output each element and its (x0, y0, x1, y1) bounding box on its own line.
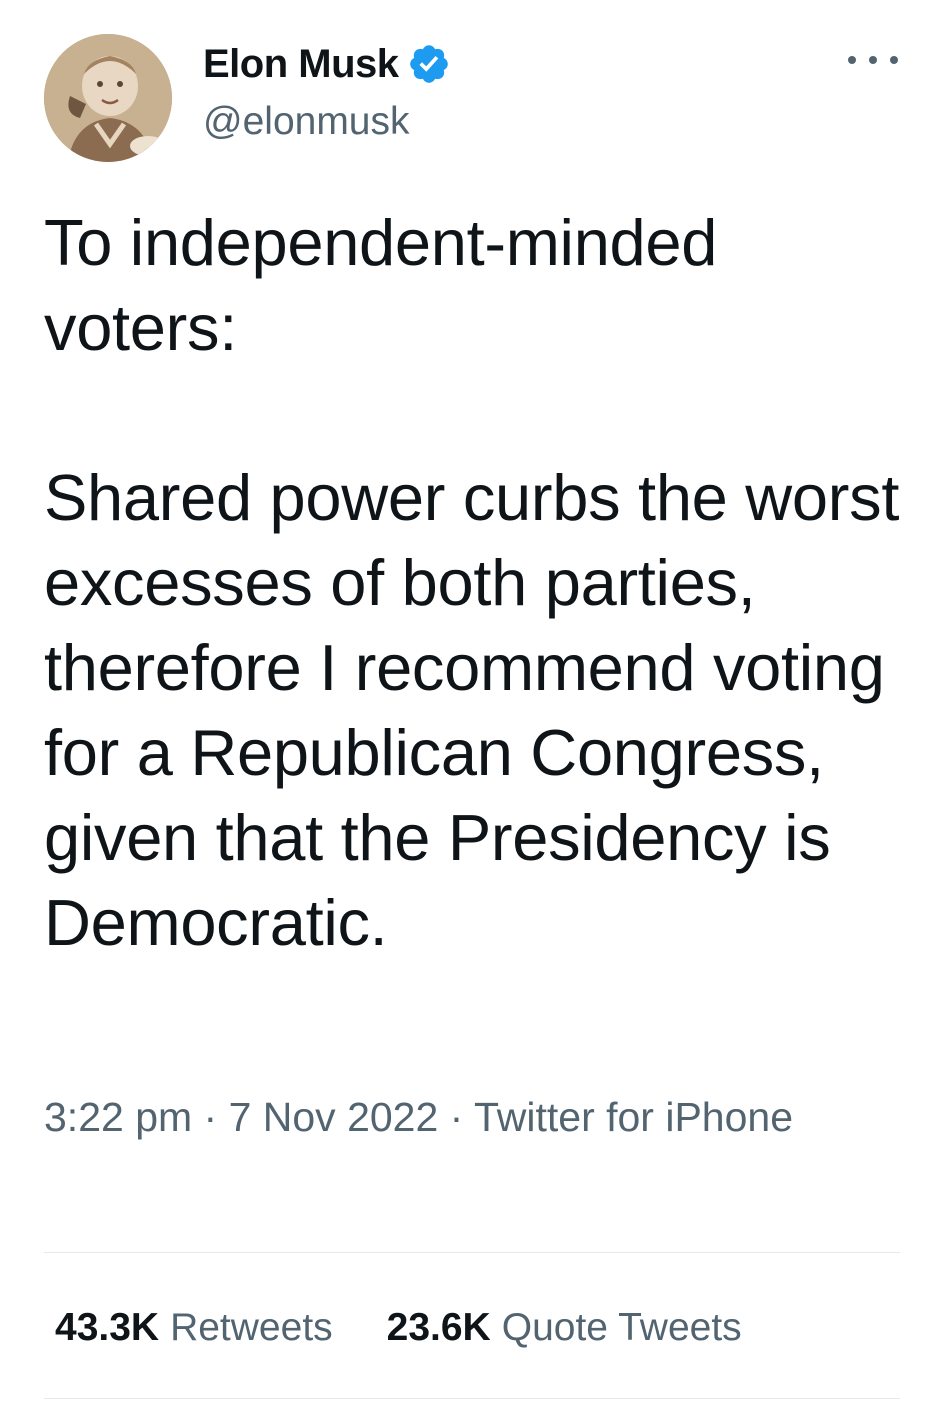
avatar-image (44, 34, 172, 162)
tweet-card: Elon Musk @elonmusk To independent-minde… (0, 0, 930, 1401)
tweet-timestamp-source[interactable]: 3:22 pm · 7 Nov 2022 · Twitter for iPhon… (44, 1086, 804, 1148)
more-dot (890, 56, 898, 64)
author-display-name[interactable]: Elon Musk (203, 42, 399, 87)
avatar[interactable] (44, 34, 172, 162)
retweets-stat[interactable]: 43.3K Retweets (55, 1306, 333, 1350)
more-horizontal-icon[interactable] (848, 50, 898, 70)
quote-tweets-count: 23.6K (386, 1306, 491, 1349)
author-name-row[interactable]: Elon Musk (203, 38, 451, 90)
verified-badge-icon (407, 42, 451, 86)
quote-tweets-label: Quote Tweets (501, 1306, 742, 1349)
more-dot (869, 56, 877, 64)
engagement-stats: 43.3K Retweets 23.6K Quote Tweets (55, 1300, 796, 1356)
quote-tweets-stat[interactable]: 23.6K Quote Tweets (387, 1306, 742, 1350)
retweets-count: 43.3K (55, 1306, 160, 1349)
divider (44, 1398, 900, 1399)
tweet-text: To independent-minded voters: Shared pow… (44, 206, 900, 959)
author-handle[interactable]: @elonmusk (203, 100, 410, 144)
retweets-label: Retweets (170, 1306, 333, 1349)
more-dot (848, 56, 856, 64)
divider (44, 1252, 900, 1253)
